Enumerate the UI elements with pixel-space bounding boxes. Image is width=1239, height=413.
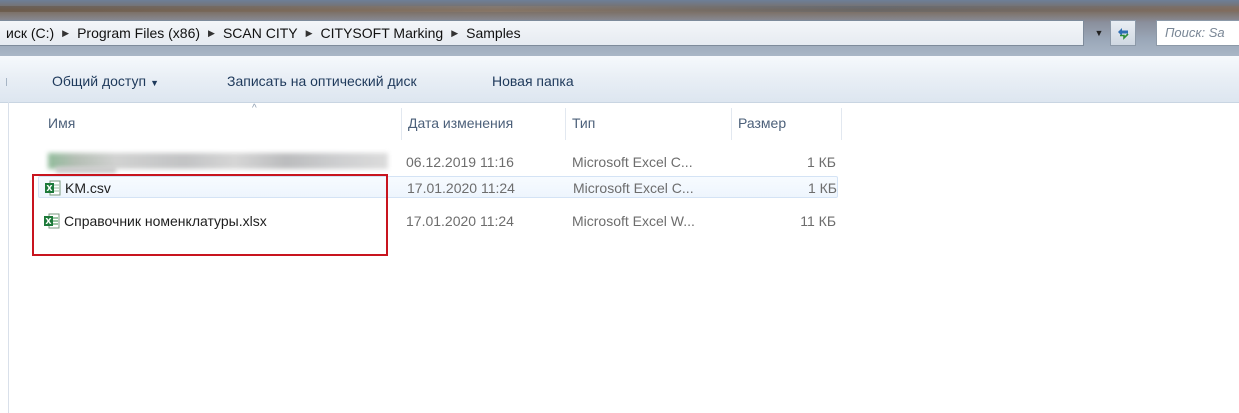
file-size: 1 КБ — [807, 180, 837, 196]
highlight-annotation — [32, 174, 388, 256]
file-date: 06.12.2019 11:16 — [406, 154, 514, 170]
refresh-button[interactable] — [1110, 20, 1136, 46]
column-header-date[interactable]: Дата изменения — [402, 108, 566, 140]
sort-ascending-icon: ^ — [252, 103, 257, 114]
address-history-dropdown-icon[interactable]: ▼ — [1090, 22, 1108, 44]
file-size: 1 КБ — [806, 154, 836, 170]
column-name-label: Имя — [48, 115, 76, 131]
breadcrumb-separator-icon[interactable]: ▶ — [202, 28, 221, 39]
column-header-size[interactable]: Размер — [732, 108, 842, 140]
new-folder-button[interactable]: Новая папка — [492, 56, 574, 102]
redacted-file-name-extra — [56, 167, 116, 173]
command-bar: Общий доступ ▼ Записать на оптический дис… — [0, 56, 1239, 103]
share-label: Общий доступ — [52, 73, 147, 89]
breadcrumb-samples[interactable]: Samples — [464, 25, 522, 41]
chevron-down-icon: ▼ — [150, 78, 159, 88]
window-title-area: иск (C:) ▶ Program Files (x86) ▶ SCAN CI… — [0, 0, 1239, 56]
column-header-name[interactable]: Имя ^ — [42, 104, 402, 140]
file-type: Microsoft Excel C... — [573, 180, 694, 196]
file-row[interactable]: 06.12.2019 11:16 Microsoft Excel C... 1 … — [38, 151, 838, 173]
refresh-icon — [1118, 28, 1129, 40]
breadcrumb-program-files[interactable]: Program Files (x86) — [75, 25, 202, 41]
pane-divider — [8, 102, 9, 413]
breadcrumb-scan-city[interactable]: SCAN CITY — [221, 25, 300, 41]
burn-to-disc-button[interactable]: Записать на оптический диск — [227, 56, 417, 102]
file-type: Microsoft Excel C... — [572, 154, 693, 170]
breadcrumb-separator-icon[interactable]: ▶ — [445, 28, 464, 39]
search-input[interactable]: Поиск: Sa — [1156, 20, 1239, 46]
file-size: 11 КБ — [800, 213, 836, 229]
file-date: 17.01.2020 11:24 — [407, 180, 515, 196]
column-header-type[interactable]: Тип — [566, 108, 732, 140]
breadcrumb-citysoft-marking[interactable]: CITYSOFT Marking — [319, 25, 446, 41]
breadcrumb-separator-icon[interactable]: ▶ — [300, 28, 319, 39]
breadcrumb-separator-icon[interactable]: ▶ — [56, 28, 75, 39]
address-bar[interactable]: иск (C:) ▶ Program Files (x86) ▶ SCAN CI… — [0, 20, 1084, 46]
file-date: 17.01.2020 11:24 — [406, 213, 514, 229]
column-header-row: Имя ^ Дата изменения Тип Размер — [0, 104, 1239, 140]
toolbar-separator — [6, 78, 10, 86]
share-menu-button[interactable]: Общий доступ ▼ — [52, 56, 159, 102]
file-type: Microsoft Excel W... — [572, 213, 695, 229]
breadcrumb-drive[interactable]: иск (C:) — [4, 25, 56, 41]
